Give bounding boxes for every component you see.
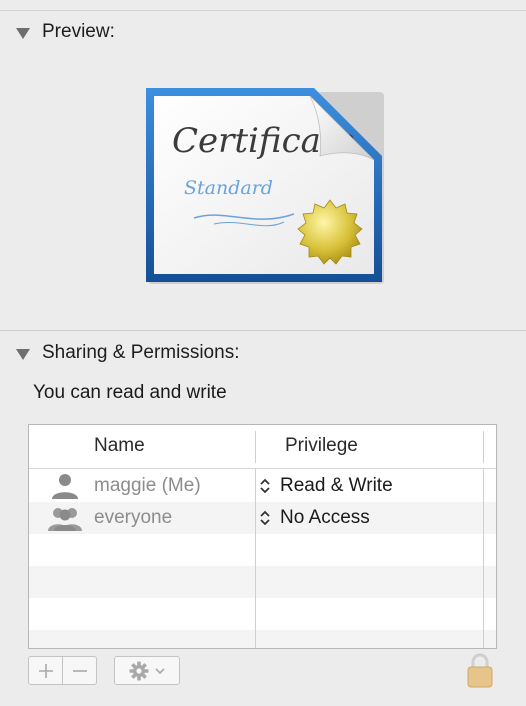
table-row[interactable]: maggie (Me) Read & Write xyxy=(29,470,496,502)
access-summary-text: You can read and write xyxy=(33,382,227,403)
user-icon xyxy=(52,474,78,499)
add-user-button[interactable] xyxy=(28,656,63,685)
table-body: maggie (Me) Read & Write everyone No Acc… xyxy=(29,470,496,648)
user-name: everyone xyxy=(94,507,173,528)
preview-section-toggle[interactable]: Preview: xyxy=(16,21,115,43)
action-menu-button[interactable] xyxy=(114,656,180,685)
column-header-name[interactable]: Name xyxy=(94,435,145,457)
up-down-chevron-icon xyxy=(260,510,270,526)
permissions-table: Name Privilege maggie (Me) Read & Write xyxy=(28,424,497,649)
header-column-separator xyxy=(255,431,256,463)
table-row[interactable]: everyone No Access xyxy=(29,502,496,534)
disclosure-triangle-icon[interactable] xyxy=(16,27,30,39)
permissions-toolbar xyxy=(28,653,498,688)
empty-row xyxy=(29,566,496,598)
privilege-popup[interactable]: Read & Write xyxy=(258,470,482,502)
empty-row xyxy=(29,534,496,566)
top-divider xyxy=(0,10,526,11)
info-window: Preview: Certificate Standard Sharing & … xyxy=(0,0,526,706)
minus-icon xyxy=(72,669,87,672)
plus-icon xyxy=(38,663,53,678)
empty-row xyxy=(29,598,496,630)
disclosure-triangle-icon[interactable] xyxy=(16,348,30,360)
sharing-section-toggle[interactable]: Sharing & Permissions: xyxy=(16,342,239,364)
gear-icon xyxy=(129,661,149,680)
privilege-value: No Access xyxy=(280,507,370,528)
chevron-down-icon xyxy=(155,667,165,674)
empty-row xyxy=(29,630,496,648)
table-header: Name Privilege xyxy=(29,425,496,469)
section-divider xyxy=(0,330,526,331)
up-down-chevron-icon xyxy=(260,478,270,494)
group-icon xyxy=(48,508,82,531)
certificate-document-icon: Certificate Standard xyxy=(146,88,384,284)
column-divider xyxy=(483,469,484,648)
privilege-value: Read & Write xyxy=(280,475,393,496)
user-name: maggie (Me) xyxy=(94,475,201,496)
column-header-privilege[interactable]: Privilege xyxy=(285,435,358,457)
preview-header-label: Preview: xyxy=(42,21,115,42)
header-column-separator xyxy=(483,431,484,463)
lock-icon[interactable] xyxy=(465,652,495,688)
column-divider xyxy=(255,469,256,648)
remove-user-button[interactable] xyxy=(62,656,97,685)
privilege-popup[interactable]: No Access xyxy=(258,502,482,534)
certificate-subtitle-text: Standard xyxy=(184,177,273,199)
sharing-header-label: Sharing & Permissions: xyxy=(42,342,240,363)
